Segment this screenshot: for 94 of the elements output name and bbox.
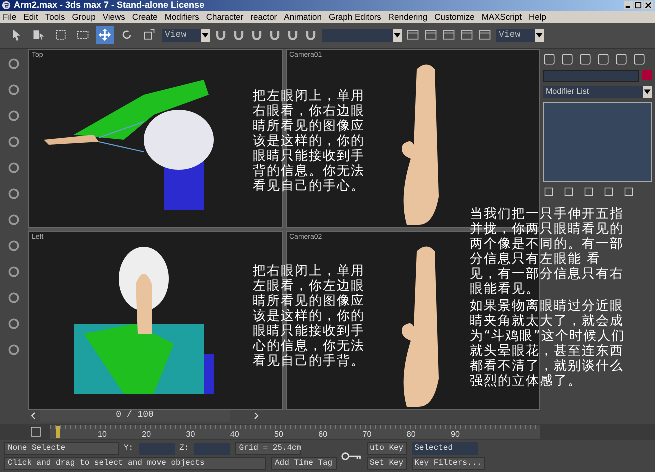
grid-size: Grid = 25.4cm (235, 442, 302, 456)
frame-counter[interactable]: 0 / 100 (40, 410, 230, 422)
object-name-field[interactable] (543, 70, 639, 82)
panel-tab-icon[interactable] (597, 52, 610, 66)
caret-icon (643, 86, 652, 98)
annotation-text: 如果景物离眼睛过分近眼睛夹角就太大了，就会成为“斗鸡眼”这个时候人们就头晕眼花，甚至连东西都看不清了，就别谈什么强烈的立体感了。 (470, 298, 626, 389)
stack-tool-icon[interactable] (563, 186, 575, 198)
curve-editor-icon[interactable] (30, 426, 42, 438)
annotation-text: 当我们把一只手伸开五指并拢，你两只眼睛看见的两个像是不同的。有一部分信息只有左眼能 看见，有一部分信息只有右眼能看见。 (470, 206, 625, 297)
menu-item[interactable]: Edit (24, 12, 38, 22)
minimize-button[interactable] (624, 1, 633, 10)
selection-status: None Selecte (4, 442, 119, 456)
maximize-button[interactable] (634, 1, 643, 10)
circle-icon[interactable] (7, 264, 21, 279)
circle-icon[interactable] (7, 56, 21, 71)
circle-icon[interactable] (7, 316, 21, 331)
menu-item[interactable]: Modifiers (164, 12, 200, 22)
close-button[interactable] (644, 1, 653, 10)
key-icon[interactable] (341, 450, 363, 462)
app-icon (2, 0, 11, 10)
menu-item[interactable]: Tools (45, 12, 66, 22)
circle-icon[interactable] (7, 290, 21, 305)
close-icon (645, 2, 652, 9)
modifier-list-dropdown[interactable]: Modifier List (543, 86, 652, 98)
stack-tool-icon[interactable] (583, 186, 595, 198)
menu-item[interactable]: Help (528, 12, 546, 22)
frame-number: 80 (406, 430, 416, 440)
set-key-button[interactable]: Set Key (367, 457, 407, 470)
panel-tab-icon[interactable] (561, 52, 574, 66)
frame-number: 70 (362, 430, 372, 440)
circle-icon[interactable] (7, 134, 21, 149)
menu-item[interactable]: reactor (250, 12, 278, 22)
menu-item[interactable]: Customize (434, 12, 475, 22)
menu-item[interactable]: Animation (284, 12, 322, 22)
prompt-text: Click and drag to select and move objects (4, 457, 266, 470)
maximize-icon (635, 2, 642, 9)
circle-icon[interactable] (7, 108, 21, 123)
menu-item[interactable]: Graph Editors (328, 12, 382, 22)
window-title: Arm2.max - 3ds max 7 - Stand-alone License (14, 0, 206, 10)
toolbar-button[interactable] (96, 26, 114, 44)
add-time-tag-button[interactable]: Add Time Tag (271, 457, 337, 470)
track-bar[interactable]: 10 20 30 40 50 60 70 80 90 (50, 425, 540, 440)
menu-item[interactable]: File (3, 12, 17, 22)
frame-number: 30 (186, 430, 196, 440)
menu-item[interactable]: Create (132, 12, 158, 22)
frame-number: 90 (451, 430, 460, 440)
circle-icon[interactable] (7, 160, 21, 175)
frame-number: 40 (230, 430, 240, 440)
frame-number: 50 (274, 430, 284, 440)
panel-tab-icon[interactable] (633, 52, 646, 66)
window-icon[interactable] (424, 28, 438, 42)
circle-icon[interactable] (7, 342, 21, 357)
frame-number: 20 (142, 430, 152, 440)
stack-tool-icon[interactable] (623, 186, 635, 198)
caret-icon (201, 28, 210, 42)
panel-tab-icon[interactable] (579, 52, 592, 66)
panel-tab-icon[interactable] (543, 52, 556, 66)
circle-icon[interactable] (7, 238, 21, 253)
window-icon[interactable] (442, 28, 456, 42)
scale-icon (142, 28, 156, 42)
render-type-dropdown[interactable]: View (496, 28, 544, 42)
circle-icon[interactable] (7, 82, 21, 97)
named-selection-dropdown[interactable] (322, 28, 402, 42)
current-frame-marker[interactable] (56, 426, 60, 438)
menu-item[interactable]: Views (102, 12, 126, 22)
caret-icon (535, 28, 544, 42)
frame-number: 60 (318, 430, 328, 440)
key-mode-dropdown[interactable]: Selected (412, 442, 478, 456)
modifier-stack-list[interactable] (543, 102, 652, 182)
window-icon[interactable] (460, 28, 474, 42)
menu-item[interactable]: MAXScript (482, 12, 522, 22)
menu-item[interactable]: Group (72, 12, 96, 22)
select-by-name-icon (32, 28, 46, 42)
window-icon[interactable] (478, 28, 492, 42)
annotation-text: 把左眼闭上，单用右眼看，你右边眼睛所看见的图像应该是这样的，你的眼睛只能接收到手背的信息。你无法看见自己的手心。 (253, 88, 366, 194)
key-filters-button[interactable]: Key Filters... (412, 457, 485, 470)
color-swatch[interactable] (642, 70, 652, 80)
frame-number: 10 (98, 430, 107, 440)
circle-icon[interactable] (7, 212, 21, 227)
stack-tool-icon[interactable] (543, 186, 555, 198)
window-icon[interactable] (406, 28, 420, 42)
menu-item[interactable]: Rendering (388, 12, 428, 22)
annotation-text: 把右眼闭上，单用左眼看，你左边眼睛所看见的图像应该是这样的，你的眼睛只能接收到手心的信息，你无法看见自己的手背。 (253, 264, 366, 369)
auto-key-button[interactable]: uto Key (367, 442, 407, 456)
reference-coordinate-dropdown[interactable]: View (162, 28, 210, 42)
dashed-square-icon (54, 28, 68, 42)
caret-icon (393, 28, 402, 42)
z-label: Z: (180, 444, 190, 454)
stack-tool-icon[interactable] (603, 186, 615, 198)
move-icon (98, 28, 112, 42)
panel-tab-icon[interactable] (615, 52, 628, 66)
circle-icon[interactable] (7, 186, 21, 201)
y-label: Y: (124, 444, 134, 454)
menu-item[interactable]: Character (206, 12, 244, 22)
